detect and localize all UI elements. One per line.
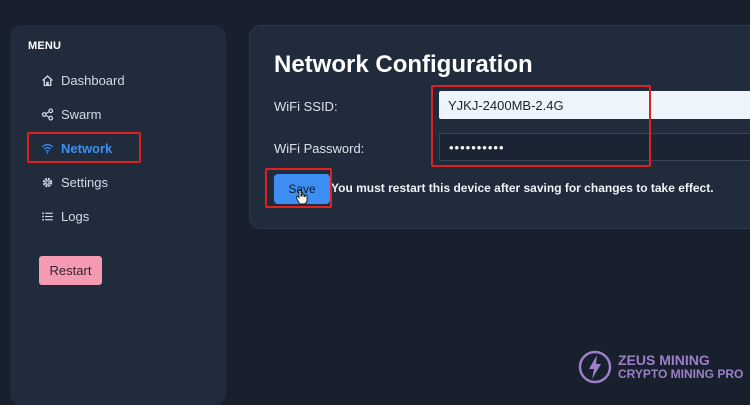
page-title: Network Configuration [274,51,533,78]
hand-cursor-icon [295,189,308,205]
sidebar-item-label: Settings [61,174,108,190]
gear-icon [40,175,54,189]
sidebar-item-settings[interactable]: Settings [40,171,108,193]
restart-button[interactable]: Restart [39,256,102,285]
share-icon [40,107,54,121]
sidebar-item-label: Logs [61,208,90,224]
wifi-password-label: WiFi Password: [274,141,365,156]
watermark-line1: ZEUS MINING [618,352,710,368]
sidebar-item-dashboard[interactable]: Dashboard [40,69,125,91]
restart-hint: You must restart this device after savin… [331,181,714,195]
sidebar-item-label: Swarm [61,106,102,122]
home-icon [40,73,54,87]
wifi-fields-highlight-box [431,85,651,167]
zeus-mining-logo [578,350,612,384]
sidebar-item-swarm[interactable]: Swarm [40,103,101,125]
watermark: ZEUS MINING CRYPTO MINING PRO [578,350,743,384]
list-icon [40,209,54,223]
watermark-line2: CRYPTO MINING PRO [618,367,744,381]
menu-title: MENU [28,40,62,52]
sidebar: MENU Dashboard Swarm Network Settings Lo… [10,25,226,405]
sidebar-item-label: Dashboard [61,72,125,88]
sidebar-item-logs[interactable]: Logs [40,205,89,227]
wifi-ssid-label: WiFi SSID: [274,99,338,114]
network-highlight-box [27,132,141,163]
